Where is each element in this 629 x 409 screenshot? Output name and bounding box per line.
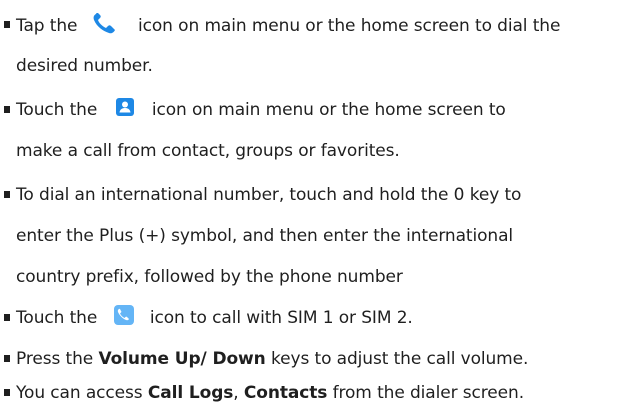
square-bullet: [4, 355, 10, 362]
text-segment: icon on main menu or the home screen to: [151, 100, 506, 120]
item-text: make a call from contact, groups or favo…: [16, 141, 400, 161]
item-text: To dial an international number, touch a…: [16, 185, 522, 205]
item-text: Touch the icon on main menu or the home …: [16, 97, 506, 121]
square-bullet: [4, 314, 10, 321]
bold-call-logs: Call Logs: [147, 383, 234, 403]
item-text: Touch the icon to call with SIM 1 or SIM…: [16, 304, 413, 329]
bold-contacts: Contacts: [243, 383, 328, 403]
item-text: enter the Plus (+) symbol, and then ente…: [16, 226, 514, 246]
square-bullet: [4, 106, 10, 113]
square-bullet: [4, 191, 10, 198]
square-bullet: [4, 21, 10, 28]
text-segment: You can access: [16, 383, 143, 403]
text-segment: keys to adjust the call volume.: [270, 349, 529, 369]
item-text: desired number.: [16, 56, 153, 76]
text-segment: Touch the: [16, 100, 98, 120]
dialer-app-icon: [113, 304, 135, 326]
item-text: You can access Call Logs, Contacts from …: [16, 382, 524, 404]
text-segment: ,: [233, 383, 239, 403]
text-segment: Tap the: [16, 16, 78, 36]
text-segment: Touch the: [16, 308, 98, 328]
bold-key-name: Volume Up/ Down: [98, 349, 266, 369]
item-text: Tap the icon on main menu or the home sc…: [16, 11, 561, 38]
text-segment: icon to call with SIM 1 or SIM 2.: [149, 308, 413, 328]
item-text: Press the Volume Up/ Down keys to adjust…: [16, 348, 528, 370]
text-segment: Press the: [16, 349, 94, 369]
square-bullet: [4, 389, 10, 396]
contacts-icon: [115, 97, 135, 117]
text-segment: from the dialer screen.: [332, 383, 525, 403]
text-segment: icon on main menu or the home screen to …: [138, 16, 561, 36]
instructions-document: Tap the icon on main menu or the home sc…: [0, 0, 629, 409]
phone-handset-icon: [91, 11, 125, 35]
item-text: country prefix, followed by the phone nu…: [16, 267, 403, 287]
